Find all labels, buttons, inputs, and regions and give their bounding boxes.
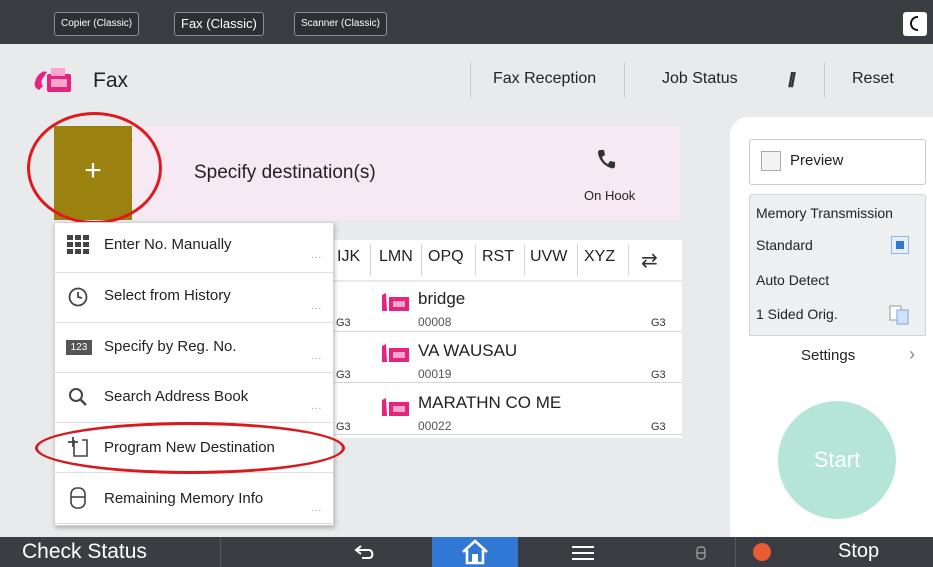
- resolution-label: Standard: [756, 237, 813, 253]
- header-divider: [624, 62, 625, 98]
- sided-original-label: 1 Sided Orig.: [756, 306, 838, 322]
- index-divider: [475, 244, 476, 276]
- preview-checkbox[interactable]: [761, 151, 781, 171]
- moon-icon: [910, 16, 918, 31]
- header-divider: [824, 62, 825, 98]
- home-icon: [462, 539, 488, 565]
- more-icon: ...: [311, 250, 323, 261]
- index-divider: [370, 244, 371, 276]
- system-bar-divider: [220, 537, 221, 567]
- index-divider: [421, 244, 422, 276]
- fax-destination-icon: [382, 398, 409, 416]
- tab-copier-classic[interactable]: Copier (Classic): [54, 12, 140, 36]
- check-modes-icon[interactable]: //: [788, 70, 796, 93]
- more-icon: ...: [311, 503, 323, 514]
- clock-icon: [68, 287, 88, 307]
- settings-label: Settings: [801, 347, 856, 364]
- destination-name: bridge: [418, 289, 466, 308]
- menu-item-label: Remaining Memory Info: [104, 490, 264, 507]
- memory-icon: [70, 487, 86, 509]
- memory-transmission-label: Memory Transmission: [756, 205, 893, 221]
- job-status-button[interactable]: Job Status: [662, 70, 738, 88]
- system-bar-divider: [735, 537, 736, 567]
- app-title: Fax: [93, 69, 129, 92]
- tab-fax-classic[interactable]: Fax (Classic): [174, 12, 264, 36]
- app-tab-bar: [0, 0, 933, 44]
- phone-icon[interactable]: [596, 148, 616, 170]
- chevron-right-icon: ›: [909, 344, 915, 364]
- more-icon: ...: [311, 301, 323, 312]
- menu-item-label: Specify by Reg. No.: [104, 338, 237, 355]
- fax-destination-icon: [382, 344, 409, 362]
- fax-mode-label: G3: [651, 421, 666, 433]
- menu-item-label: Enter No. Manually: [104, 236, 232, 253]
- switch-list-icon[interactable]: ⇄: [641, 248, 658, 273]
- index-divider: [628, 244, 629, 276]
- preview-label: Preview: [790, 152, 844, 169]
- resolution-icon: [891, 236, 909, 254]
- header-divider: [470, 62, 471, 98]
- fax-mode-label: G3: [336, 421, 351, 433]
- data-indicator-icon: [696, 546, 706, 560]
- start-button[interactable]: Start: [778, 401, 896, 519]
- scan-size-label: Auto Detect: [756, 272, 830, 288]
- index-tab-uvw[interactable]: UVW: [530, 248, 567, 266]
- highlight-circle: [27, 112, 162, 224]
- menu-item-label: Select from History: [104, 287, 231, 304]
- fax-mode-label: G3: [336, 369, 351, 381]
- destination-number: 00008: [418, 315, 452, 329]
- index-divider: [524, 244, 525, 276]
- highlight-oval: [35, 422, 345, 474]
- more-icon: ...: [311, 351, 323, 362]
- fax-mode-label: G3: [651, 369, 666, 381]
- index-tab-opq[interactable]: OPQ: [428, 248, 464, 266]
- more-icon: ...: [311, 401, 323, 412]
- energy-saver-button[interactable]: [903, 12, 927, 36]
- back-icon[interactable]: [353, 544, 377, 560]
- destination-name: MARATHN CO ME: [418, 393, 562, 412]
- menu-icon[interactable]: [572, 545, 594, 561]
- keypad-icon: [67, 235, 89, 254]
- index-tab-lmn[interactable]: LMN: [379, 248, 413, 266]
- specify-destination-label: Specify destination(s): [194, 162, 376, 183]
- fax-mode-label: G3: [651, 317, 666, 329]
- index-tab-rst[interactable]: RST: [482, 248, 514, 266]
- check-status-button[interactable]: Check Status: [22, 540, 147, 564]
- fax-mode-label: G3: [336, 317, 351, 329]
- menu-item-label: Search Address Book: [104, 388, 249, 405]
- stop-icon: [753, 543, 771, 561]
- tab-scanner-classic[interactable]: Scanner (Classic): [294, 12, 387, 36]
- destination-name: VA WAUSAU: [418, 341, 518, 360]
- search-icon: [69, 388, 87, 406]
- destination-number: 00022: [418, 419, 452, 433]
- destination-number: 00019: [418, 367, 452, 381]
- index-divider: [577, 244, 578, 276]
- index-tab-ijk[interactable]: IJK: [337, 248, 360, 266]
- fax-destination-icon: [382, 293, 409, 311]
- fax-app-icon: [34, 68, 71, 92]
- index-tab-xyz[interactable]: XYZ: [584, 248, 615, 266]
- fax-reception-button[interactable]: Fax Reception: [493, 70, 596, 88]
- stop-button[interactable]: Stop: [838, 540, 879, 563]
- on-hook-button[interactable]: On Hook: [584, 188, 635, 203]
- reset-button[interactable]: Reset: [852, 70, 894, 88]
- one-sided-icon: [889, 305, 909, 325]
- reg-number-icon: 123: [66, 340, 92, 355]
